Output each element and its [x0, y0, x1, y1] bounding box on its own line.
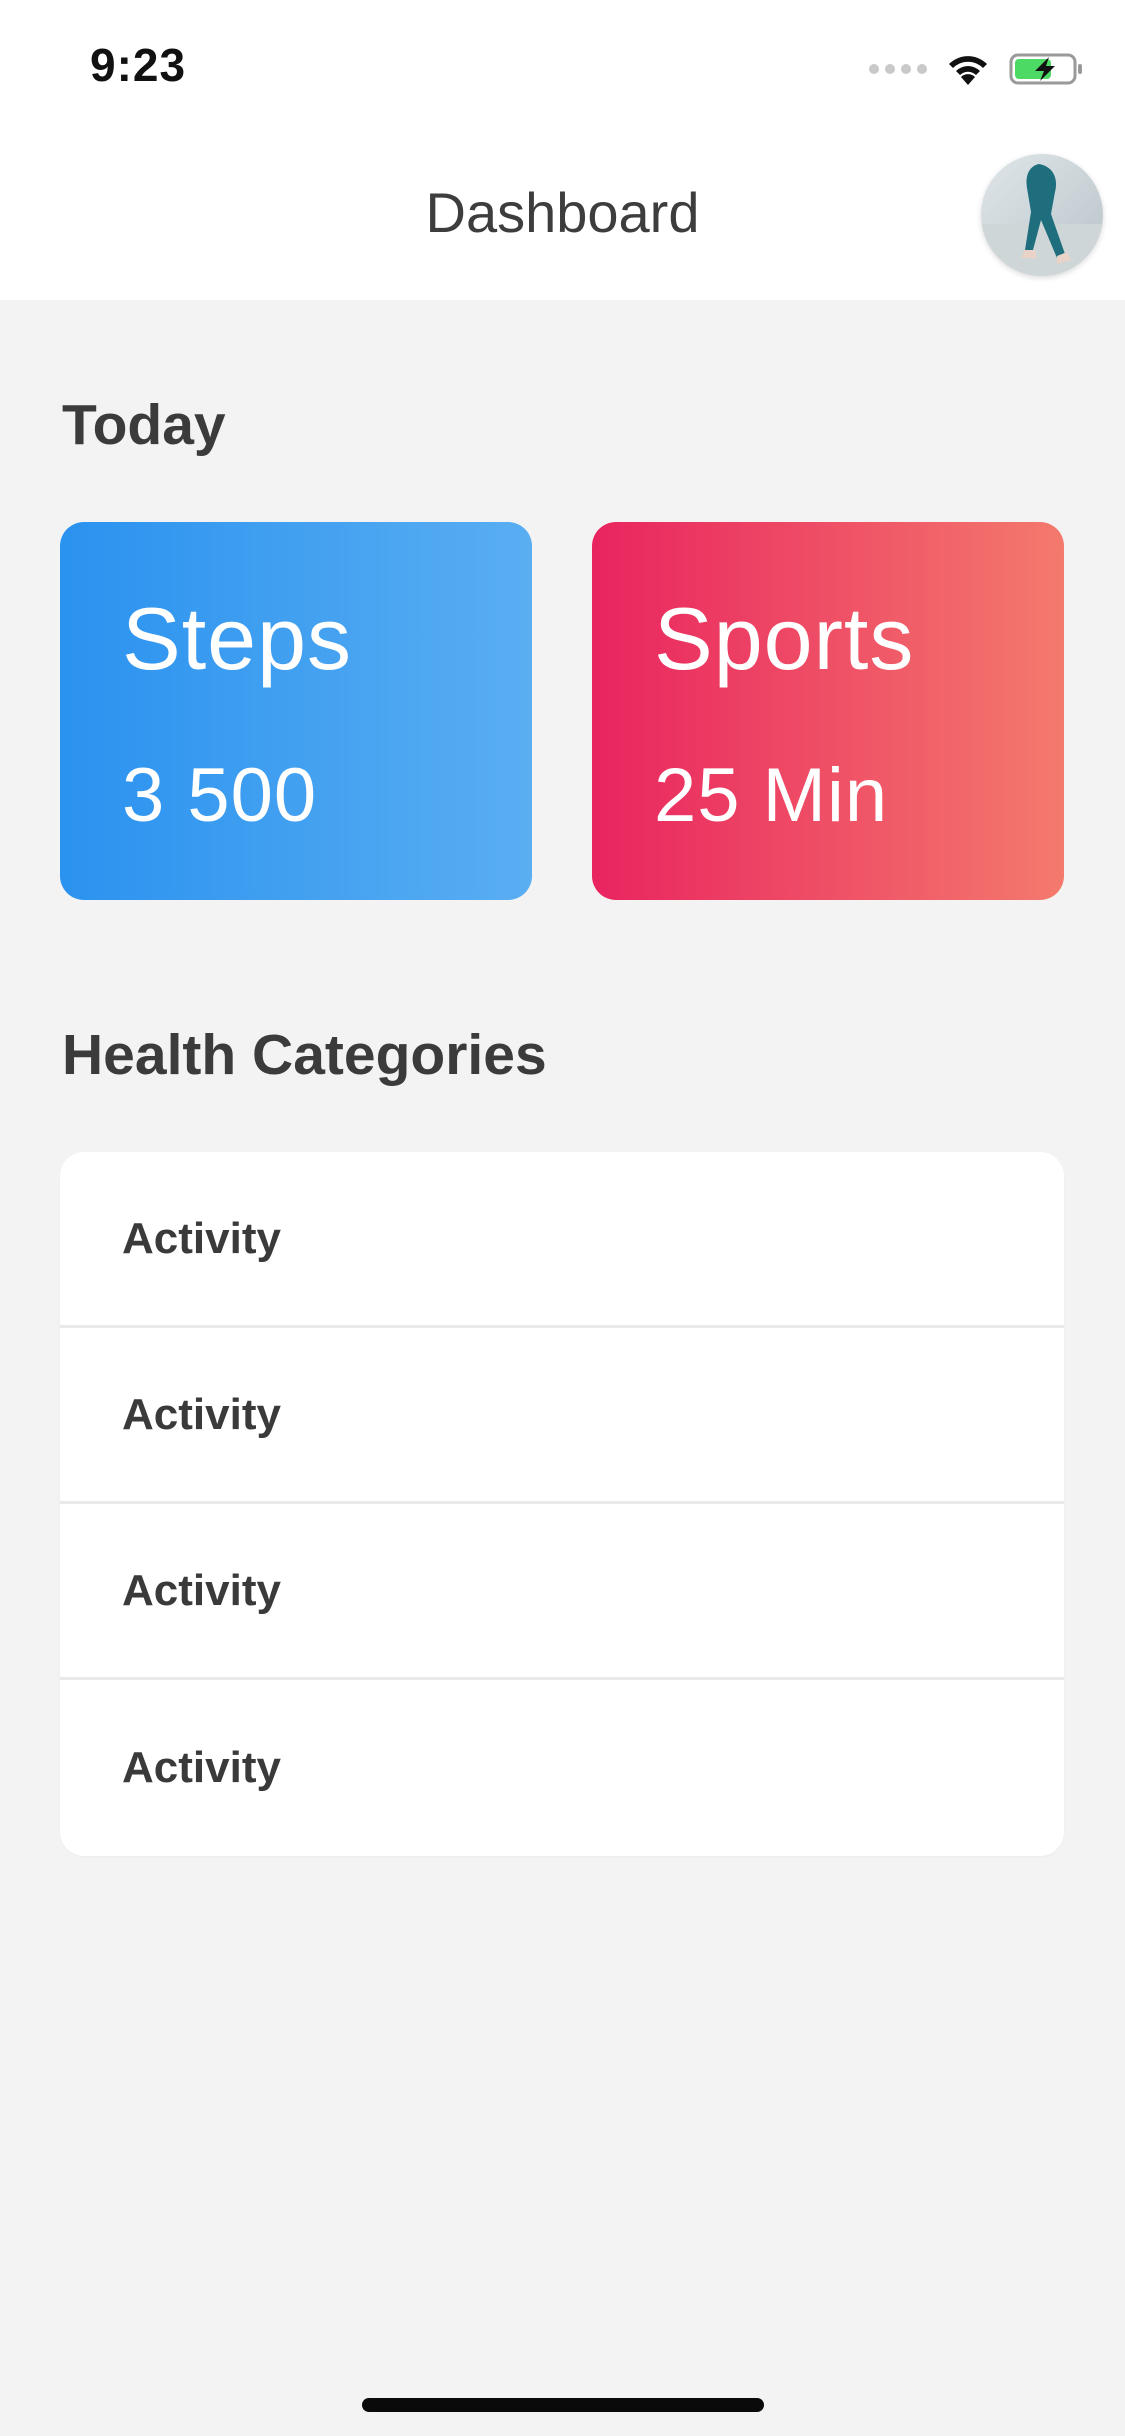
signal-icon — [869, 64, 927, 74]
status-time: 9:23 — [90, 39, 187, 91]
health-categories-title: Health Categories — [62, 1023, 547, 1087]
wifi-icon — [949, 56, 987, 85]
steps-value: 3 500 — [122, 753, 318, 838]
list-item[interactable]: Activity — [60, 1680, 1064, 1856]
list-item-label: Activity — [122, 1213, 281, 1263]
list-item[interactable]: Activity — [60, 1504, 1064, 1680]
page-title: Dashboard — [425, 181, 700, 244]
list-item-label: Activity — [122, 1389, 281, 1439]
list-item[interactable]: Activity — [60, 1152, 1064, 1328]
steps-label: Steps — [122, 589, 353, 688]
user-avatar-icon[interactable] — [981, 154, 1103, 276]
sports-value: 25 Min — [654, 753, 889, 838]
list-item-label: Activity — [122, 1743, 281, 1792]
home-indicator[interactable] — [362, 2398, 764, 2412]
list-item-label: Activity — [122, 1565, 281, 1615]
steps-card[interactable]: Steps 3 500 — [60, 522, 532, 900]
battery-charging-icon — [1009, 53, 1082, 85]
nav-header: Dashboard — [0, 132, 1125, 300]
status-icons — [869, 44, 1085, 94]
sports-card[interactable]: Sports 25 Min — [592, 522, 1064, 900]
today-title: Today — [62, 393, 226, 457]
health-categories-list: Activity Activity Activity Activity — [60, 1152, 1064, 1856]
status-bar: 9:23 — [0, 0, 1125, 132]
list-item[interactable]: Activity — [60, 1328, 1064, 1504]
sports-label: Sports — [654, 589, 915, 688]
